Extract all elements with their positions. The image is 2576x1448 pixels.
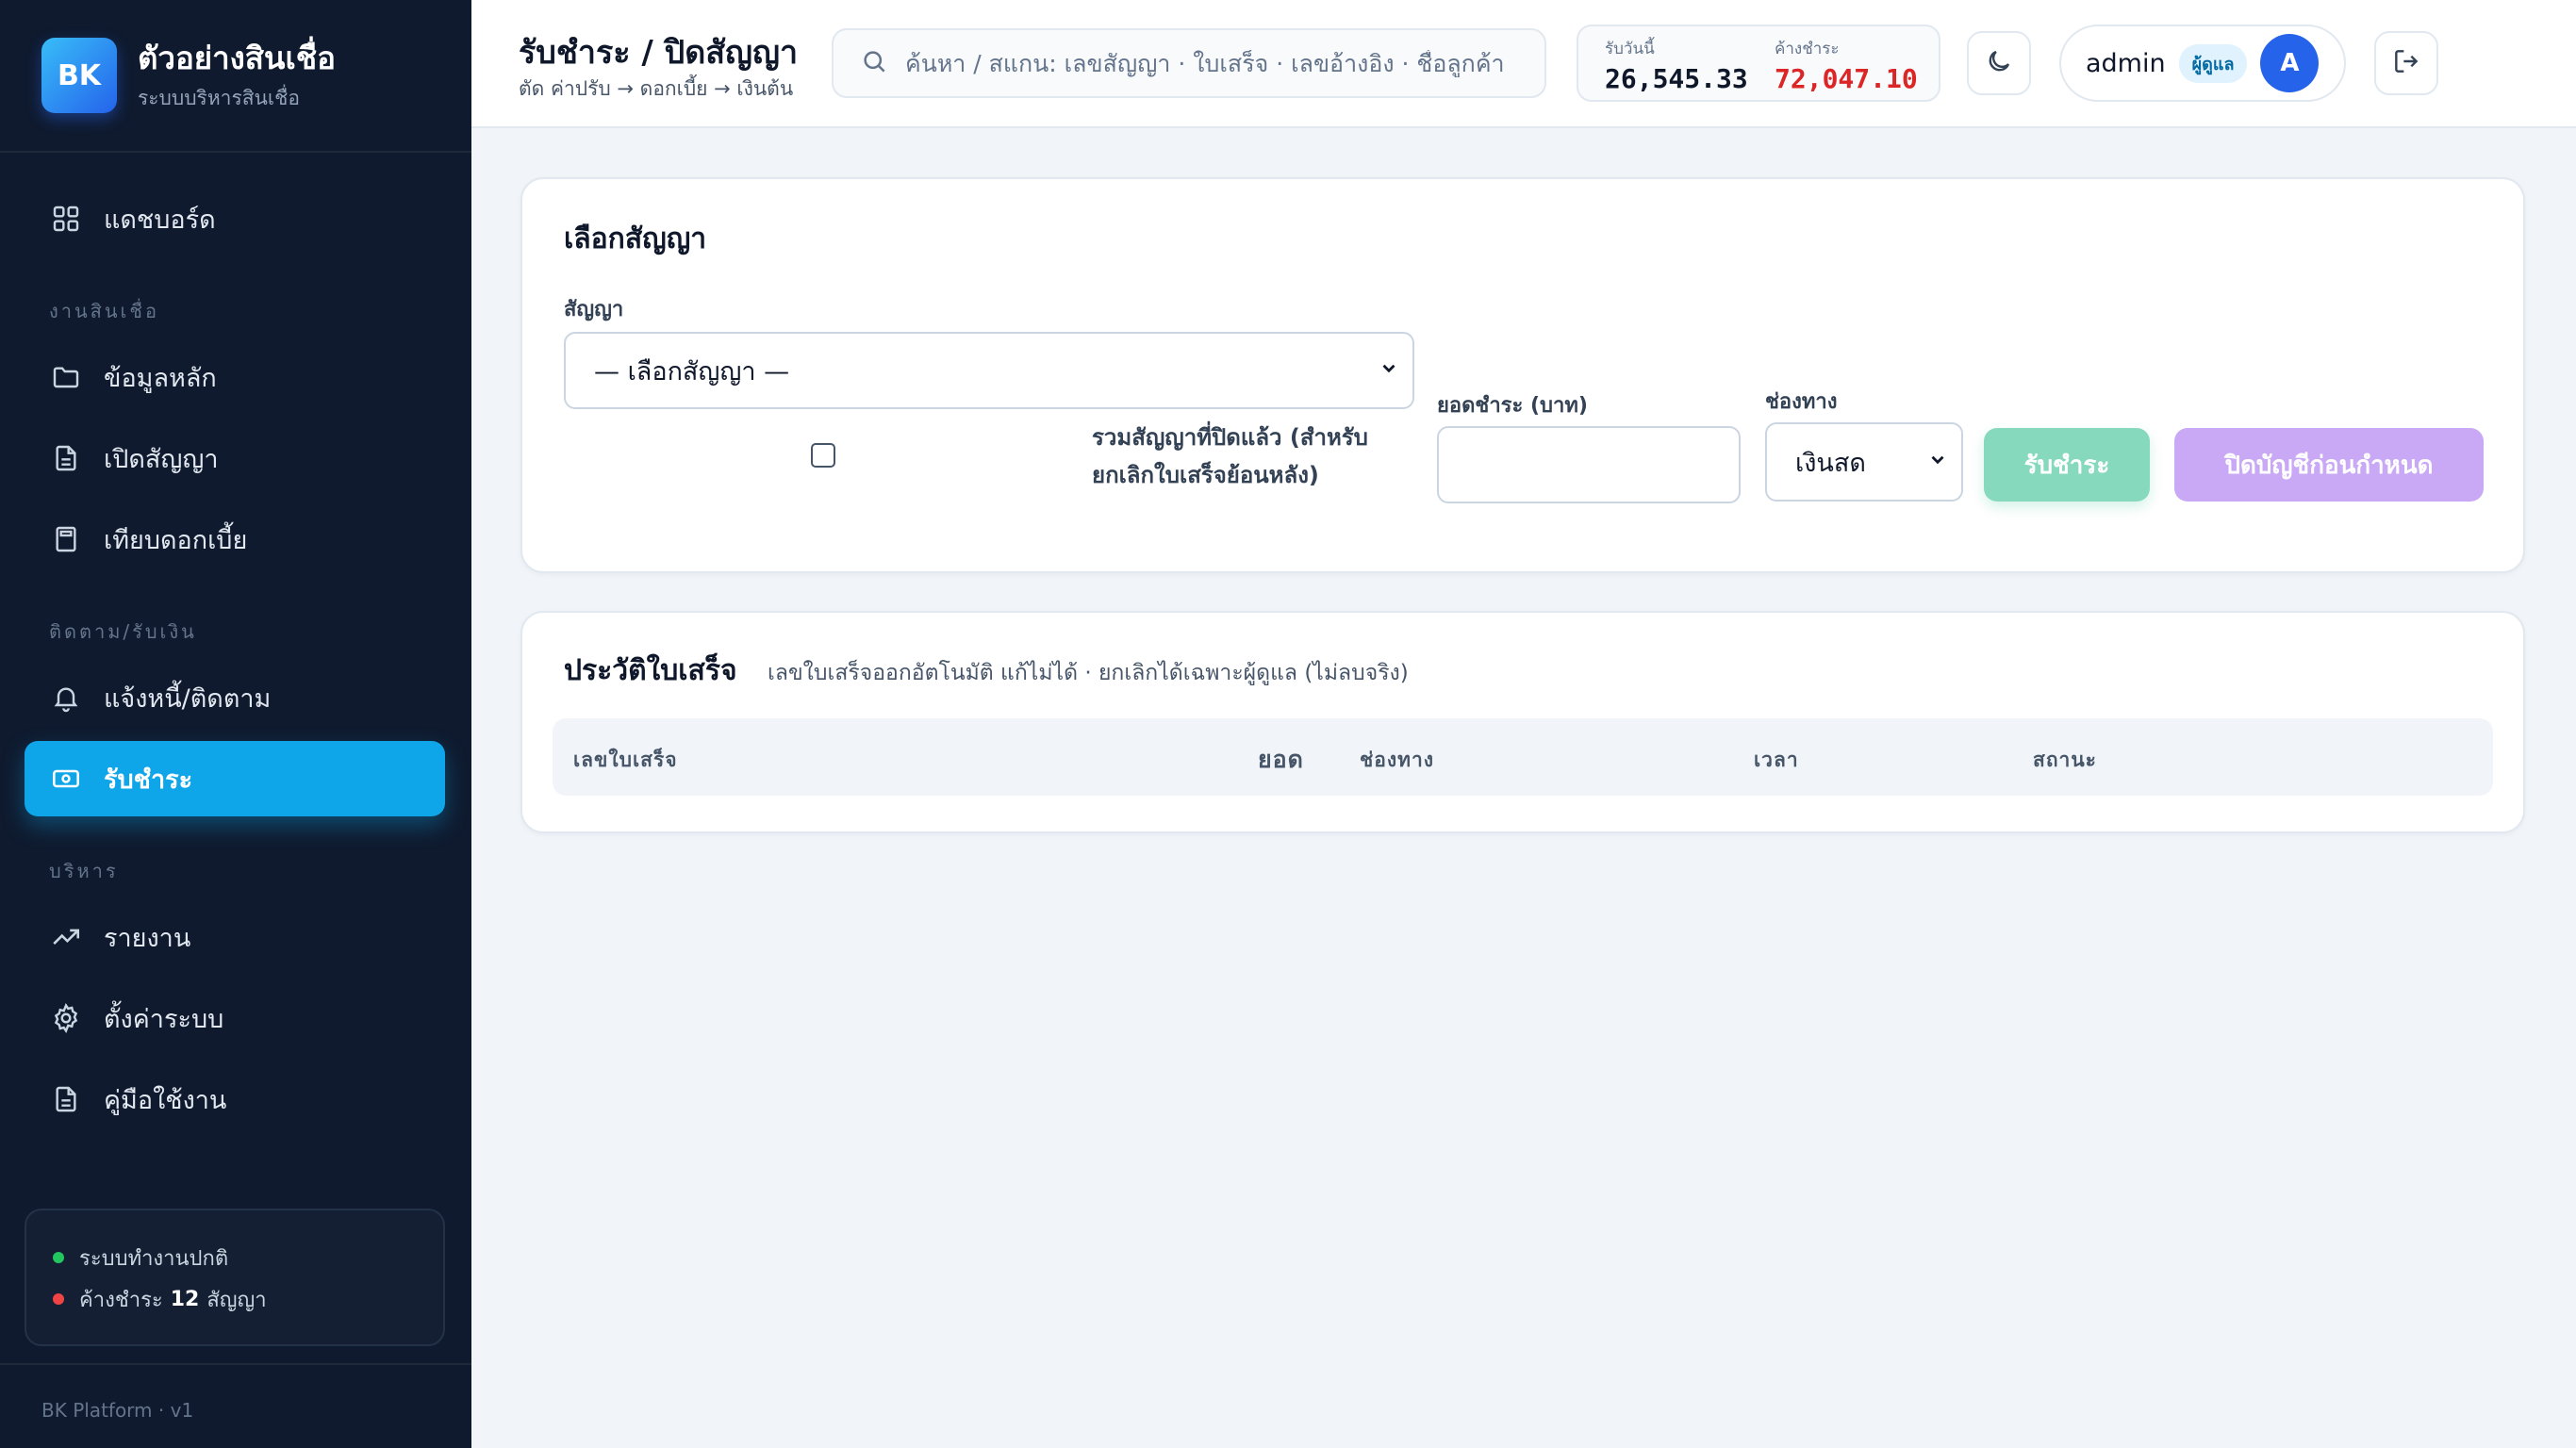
status-overdue-suffix: สัญญา xyxy=(206,1288,267,1312)
nav-label: รายงาน xyxy=(104,923,191,953)
nav-item-reports[interactable]: รายงาน xyxy=(25,899,445,975)
trending-up-icon xyxy=(49,920,83,954)
nav-label: ข้อมูลหลัก xyxy=(104,363,217,393)
column-header-amount: ยอด xyxy=(1258,746,1304,773)
nav-label: แดชบอร์ด xyxy=(104,205,216,235)
theme-toggle-button[interactable] xyxy=(1967,31,2031,95)
calculator-icon xyxy=(49,522,83,556)
early-close-button[interactable]: ปิดบัญชีก่อนกำหนด xyxy=(2174,428,2484,502)
status-alert-dot xyxy=(53,1293,64,1305)
document-icon xyxy=(49,1082,83,1116)
status-overdue-prefix: ค้างชำระ xyxy=(79,1288,163,1312)
stat-outstanding-label: ค้างชำระ xyxy=(1775,40,1840,58)
cash-icon xyxy=(49,762,83,796)
gear-icon xyxy=(49,1001,83,1035)
receipt-history-title: ประวัติใบเสร็จ xyxy=(564,654,737,687)
system-status-box: ระบบทำงานปกติ ค้างชำระ 12 สัญญา xyxy=(25,1209,445,1346)
stat-received-today: รับวันนี้ 26,545.33 xyxy=(1605,36,1748,94)
nav-label: เทียบดอกเบี้ย xyxy=(104,525,248,555)
role-badge: ผู้ดูแล xyxy=(2178,43,2248,83)
sidebar: BK ตัวอย่างสินเชื่อ ระบบบริหารสินเชื่อ แ… xyxy=(0,0,471,1448)
status-overdue: ค้างชำระ 12 สัญญา xyxy=(53,1278,443,1320)
nav-label: เปิดสัญญา xyxy=(104,444,219,474)
nav-item-receive-payment[interactable]: รับชำระ xyxy=(25,741,445,816)
contract-select-value: — เลือกสัญญา — xyxy=(594,356,790,387)
nav-section-collect: ติดตาม/รับเงิน xyxy=(49,620,197,643)
file-icon xyxy=(49,441,83,475)
channel-select[interactable]: เงินสด xyxy=(1765,422,1963,502)
nav-label: รับชำระ xyxy=(104,765,193,795)
user-menu[interactable]: admin ผู้ดูแล A xyxy=(2059,25,2346,102)
select-contract-title: เลือกสัญญา xyxy=(564,222,707,255)
user-name: admin xyxy=(2086,48,2166,78)
search-bar[interactable] xyxy=(832,28,1546,98)
nav-item-manual[interactable]: คู่มือใช้งาน xyxy=(25,1061,445,1137)
bell-icon xyxy=(49,681,83,715)
nav-item-open-contract[interactable]: เปิดสัญญา xyxy=(25,420,445,496)
amount-input[interactable] xyxy=(1437,426,1741,503)
nav-item-settings[interactable]: ตั้งค่าระบบ xyxy=(25,980,445,1056)
status-normal: ระบบทำงานปกติ xyxy=(53,1237,443,1278)
contract-select[interactable]: — เลือกสัญญา — xyxy=(564,332,1414,409)
brand-text: ตัวอย่างสินเชื่อ ระบบบริหารสินเชื่อ xyxy=(138,38,336,114)
nav-label: แจ้งหนี้/ติดตาม xyxy=(104,683,272,714)
nav-item-dashboard[interactable]: แดชบอร์ด xyxy=(25,181,445,256)
contract-field-label: สัญญา xyxy=(564,298,624,321)
top-header: รับชำระ / ปิดสัญญา ตัด ค่าปรับ → ดอกเบี้… xyxy=(471,0,2576,128)
channel-select-value: เงินสด xyxy=(1795,448,1866,478)
nav-label: คู่มือใช้งาน xyxy=(104,1085,227,1115)
status-ok-dot xyxy=(53,1252,64,1263)
column-header-channel: ช่องทาง xyxy=(1360,749,1435,771)
search-input[interactable] xyxy=(905,49,1544,77)
logout-button[interactable] xyxy=(2374,31,2438,95)
sidebar-footer: BK Platform · v1 xyxy=(0,1363,471,1448)
brand-title: ตัวอย่างสินเชื่อ xyxy=(138,39,336,76)
avatar: A xyxy=(2260,34,2320,92)
summary-stats: รับวันนี้ 26,545.33 ค้างชำระ 72,047.10 xyxy=(1577,25,1940,102)
receipt-history-card: ประวัติใบเสร็จ เลขใบเสร็จออกอัตโนมัติ แก… xyxy=(520,611,2525,833)
include-closed-checkbox[interactable] xyxy=(811,443,835,468)
search-icon xyxy=(860,47,888,79)
logout-icon xyxy=(2391,46,2421,80)
page-subtitle: ตัด ค่าปรับ → ดอกเบี้ย → เงินต้น xyxy=(519,77,794,100)
stat-received-label: รับวันนี้ xyxy=(1605,40,1655,58)
status-normal-text: ระบบทำงานปกติ xyxy=(79,1246,229,1271)
brand-logo: BK xyxy=(41,38,117,113)
folder-icon xyxy=(49,360,83,394)
receipt-history-note: เลขใบเสร็จออกอัตโนมัติ แก้ไม่ได้ · ยกเลิ… xyxy=(768,661,1409,685)
receipt-table-header: เลขใบเสร็จ ยอด ช่องทาง เวลา สถานะ xyxy=(553,718,2493,796)
brand: BK ตัวอย่างสินเชื่อ ระบบบริหารสินเชื่อ xyxy=(0,0,471,153)
include-closed-label: รวมสัญญาที่ปิดแล้ว (สำหรับยกเลิกใบเสร็จย… xyxy=(1092,424,1368,488)
stat-outstanding: ค้างชำระ 72,047.10 xyxy=(1775,36,1918,94)
column-header-receipt-no: เลขใบเสร็จ xyxy=(573,749,678,771)
moon-icon xyxy=(1985,47,2013,79)
amount-field-label: ยอดชำระ (บาท) xyxy=(1437,394,1588,418)
stat-outstanding-value: 72,047.10 xyxy=(1775,63,1918,94)
grid-icon xyxy=(49,202,83,236)
stat-received-value: 26,545.33 xyxy=(1605,63,1748,94)
page-title: รับชำระ / ปิดสัญญา xyxy=(519,34,799,72)
select-contract-card: เลือกสัญญา สัญญา — เลือกสัญญา — รวมสัญญา… xyxy=(520,177,2525,573)
chevron-down-icon xyxy=(1379,356,1399,386)
chevron-down-icon xyxy=(1927,448,1948,477)
channel-field-label: ช่องทาง xyxy=(1765,390,1838,414)
column-header-status: สถานะ xyxy=(2033,749,2097,771)
nav-item-compare-interest[interactable]: เทียบดอกเบี้ย xyxy=(25,502,445,577)
nav-item-master-data[interactable]: ข้อมูลหลัก xyxy=(25,339,445,415)
receive-payment-button[interactable]: รับชำระ xyxy=(1984,428,2150,502)
nav-label: ตั้งค่าระบบ xyxy=(104,1004,224,1034)
nav-section-loans: งานสินเชื่อ xyxy=(49,300,159,322)
status-overdue-count: 12 xyxy=(170,1287,200,1311)
brand-subtitle: ระบบบริหารสินเชื่อ xyxy=(138,86,300,109)
nav-section-admin: บริหาร xyxy=(49,860,119,882)
nav-item-notify[interactable]: แจ้งหนี้/ติดตาม xyxy=(25,660,445,735)
column-header-time: เวลา xyxy=(1754,749,1799,771)
